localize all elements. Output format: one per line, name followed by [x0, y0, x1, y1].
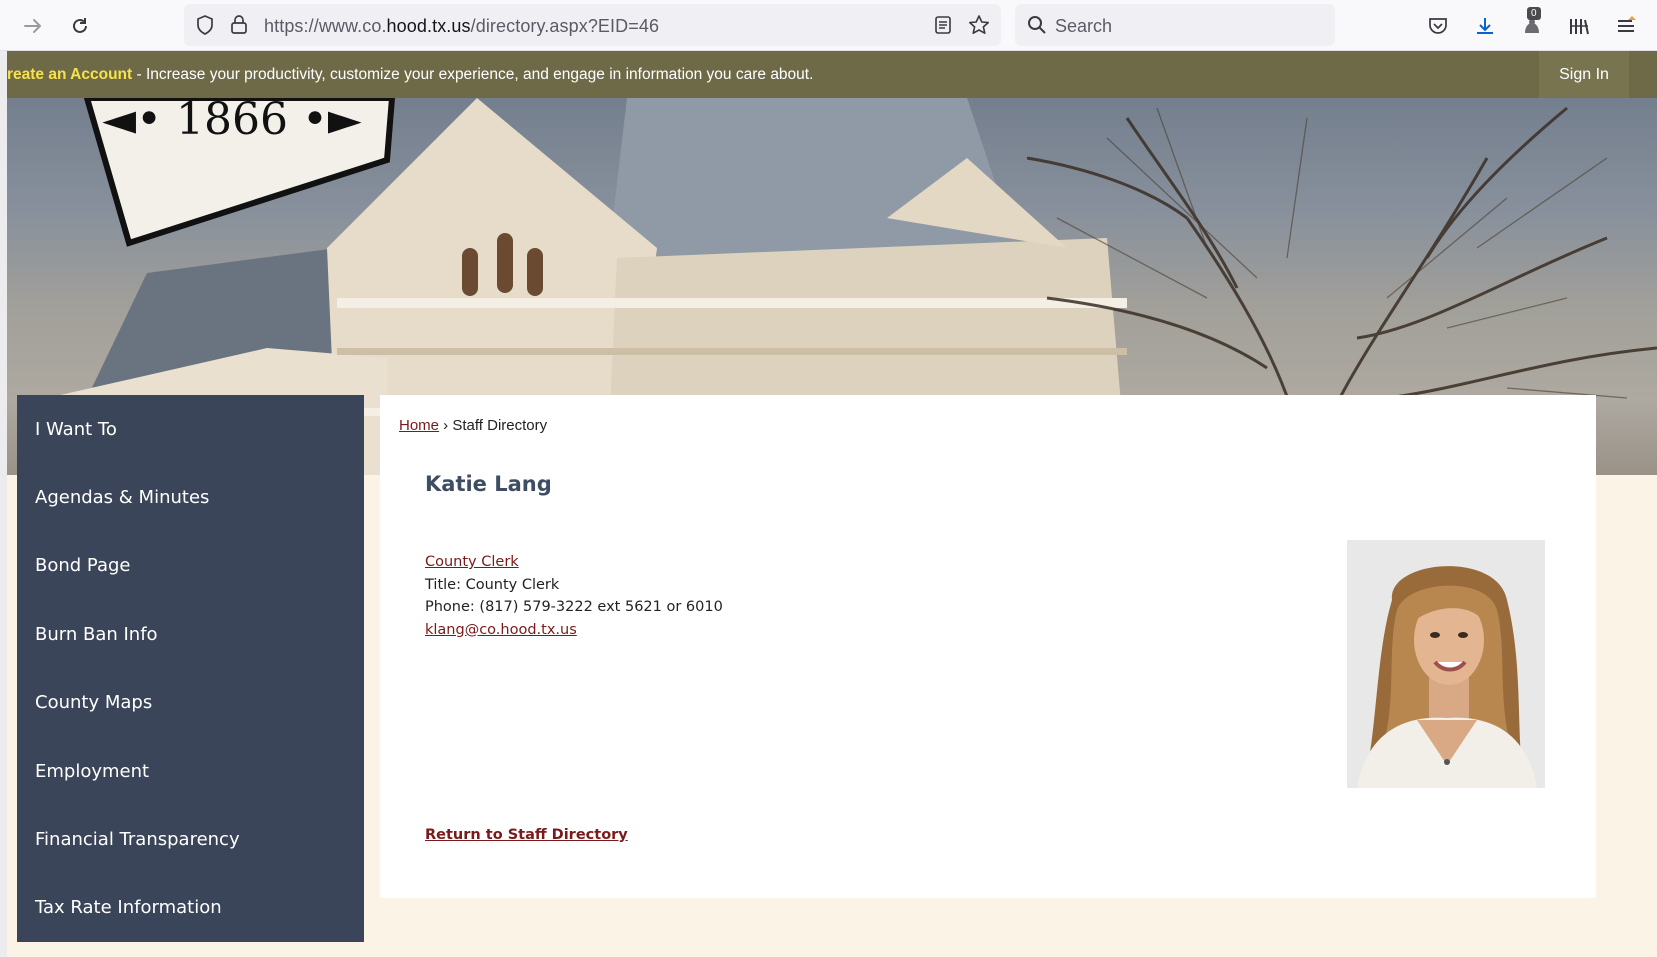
lock-icon	[231, 15, 247, 34]
department-link[interactable]: County Clerk	[425, 554, 519, 570]
downloads-button[interactable]	[1469, 10, 1501, 42]
breadcrumb: Home › Staff Directory	[399, 417, 547, 434]
sidebar-item-burn-ban-info[interactable]: Burn Ban Info	[17, 600, 364, 668]
sign-in-button[interactable]: Sign In	[1539, 51, 1629, 98]
sidebar-item-bond-page[interactable]: Bond Page	[17, 532, 364, 600]
pocket-icon	[1429, 18, 1447, 34]
search-icon	[1028, 16, 1046, 34]
library-button[interactable]	[1563, 10, 1595, 42]
window-edge	[0, 51, 7, 957]
pocket-button[interactable]	[1422, 10, 1454, 42]
arrow-right-icon	[24, 19, 42, 33]
account-message: reate an Account - Increase your product…	[7, 66, 814, 83]
main-content: Home › Staff Directory Katie Lang County…	[380, 395, 1596, 898]
url-text: https://www.co.hood.tx.us/directory.aspx…	[264, 16, 660, 36]
breadcrumb-separator: ›	[439, 417, 453, 434]
portrait-illustration	[1347, 540, 1545, 788]
browser-toolbar: https://www.co.hood.tx.us/directory.aspx…	[0, 0, 1657, 51]
reader-view-icon[interactable]	[934, 15, 952, 35]
create-account-link[interactable]: reate an Account	[7, 66, 132, 83]
breadcrumb-home-link[interactable]: Home	[399, 417, 439, 434]
download-icon	[1477, 18, 1493, 34]
sidebar-item-agendas-minutes[interactable]: Agendas & Minutes	[17, 463, 364, 531]
staff-phone: Phone: (817) 579-3222 ext 5621 or 6010	[425, 599, 723, 615]
staff-title: Title: County Clerk	[425, 576, 560, 593]
library-icon	[1570, 19, 1589, 35]
sidebar-item-employment[interactable]: Employment	[17, 737, 364, 805]
breadcrumb-current: Staff Directory	[452, 417, 548, 434]
url-bar[interactable]: https://www.co.hood.tx.us/directory.aspx…	[184, 4, 1001, 46]
seal-year: ◄• 1866 •►	[102, 98, 362, 145]
extension-badge: 0	[1527, 7, 1541, 20]
search-bar[interactable]: Search	[1015, 4, 1335, 46]
sidebar-item-county-maps[interactable]: County Maps	[17, 669, 364, 737]
app-menu-button[interactable]	[1610, 10, 1642, 42]
staff-photo	[1347, 540, 1545, 788]
sidebar-nav: I Want To Agendas & Minutes Bond Page Bu…	[17, 395, 364, 942]
sidebar-item-tax-rate-information[interactable]: Tax Rate Information	[17, 874, 364, 942]
forward-button[interactable]	[17, 10, 49, 42]
sidebar-item-financial-transparency[interactable]: Financial Transparency	[17, 805, 364, 873]
reload-button[interactable]	[64, 10, 96, 42]
return-to-directory-link[interactable]: Return to Staff Directory	[425, 827, 628, 843]
sidebar-item-i-want-to[interactable]: I Want To	[17, 395, 364, 463]
reload-icon	[73, 18, 87, 33]
shield-icon	[197, 15, 213, 35]
staff-info: County Clerk Title: County Clerk Phone: …	[425, 551, 723, 641]
email-link[interactable]: klang@co.hood.tx.us	[425, 622, 577, 638]
hamburger-menu-icon	[1618, 16, 1636, 32]
staff-name: Katie Lang	[425, 472, 552, 496]
bookmark-star-icon[interactable]	[968, 14, 990, 36]
search-placeholder: Search	[1055, 16, 1113, 36]
account-bar: reate an Account - Increase your product…	[7, 51, 1657, 98]
